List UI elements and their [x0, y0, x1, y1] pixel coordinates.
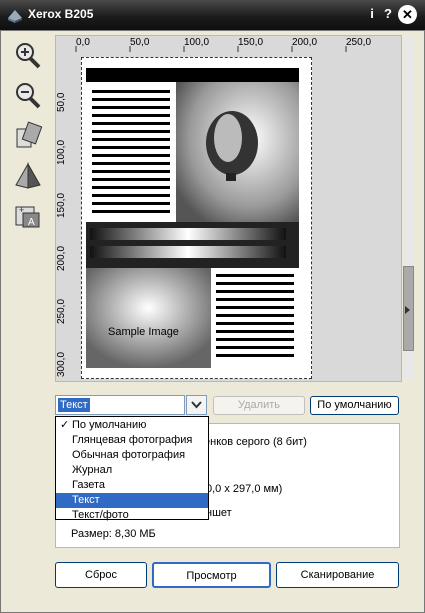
auto-fit-tool[interactable]: A +: [12, 200, 44, 232]
sample-image-label: Sample Image: [108, 326, 179, 338]
svg-text:A: A: [28, 217, 35, 228]
ruler-label: 100,0: [184, 37, 210, 48]
default-button[interactable]: По умолчанию: [310, 396, 399, 415]
vertical-ruler: 50,0 100,0 150,0 200,0 250,0 300,0: [56, 52, 72, 380]
document-type-list[interactable]: ✓ По умолчанию Глянцевая фотография Обыч…: [55, 416, 209, 521]
help-button[interactable]: ?: [378, 4, 398, 24]
mirror-tool[interactable]: [12, 160, 44, 192]
checkmark-icon: ✓: [60, 419, 70, 431]
rotate-tool[interactable]: [12, 120, 44, 152]
ruler-label: 300,0: [56, 351, 67, 377]
document-type-select[interactable]: Текст: [55, 395, 185, 415]
list-item[interactable]: ✓ По умолчанию: [56, 418, 208, 433]
document-type-value: Текст: [58, 398, 90, 412]
reset-button[interactable]: Сброс: [55, 562, 147, 588]
horizontal-ruler: 0,0 50,0 100,0 150,0 200,0 250,0: [72, 36, 400, 52]
side-panel-scroll[interactable]: [403, 36, 414, 380]
zoom-in-tool[interactable]: [12, 40, 44, 72]
ruler-label: 100,0: [56, 139, 67, 165]
svg-text:+: +: [19, 205, 24, 215]
scanner-app-icon: [8, 10, 22, 23]
paper-size-info: 0,0 x 297,0 мм): [206, 483, 283, 495]
ruler-label: 50,0: [130, 37, 150, 48]
file-size-info: Размер: 8,30 МБ: [71, 528, 156, 540]
expand-arrow-icon: [405, 306, 410, 314]
mirror-icon: [15, 162, 41, 189]
delete-button[interactable]: Удалить: [213, 396, 305, 415]
ruler-label: 200,0: [292, 37, 318, 48]
scan-button[interactable]: Сканирование: [276, 562, 399, 588]
ruler-label: 0,0: [76, 37, 90, 48]
list-item[interactable]: Газета: [56, 478, 208, 493]
ruler-label: 250,0: [56, 298, 67, 324]
preview-button[interactable]: Просмотр: [152, 562, 271, 588]
zoom-out-icon: [16, 83, 41, 109]
document-type-dropdown-button[interactable]: [186, 395, 207, 415]
list-item[interactable]: Журнал: [56, 463, 208, 478]
chevron-down-icon: [191, 401, 202, 409]
scan-preview-image[interactable]: Sample Image: [81, 57, 312, 379]
list-item[interactable]: Текст/фото: [56, 508, 208, 521]
color-mode-info: енков серого (8 бит): [204, 436, 307, 448]
scan-source-info: ншет: [206, 507, 232, 519]
list-item[interactable]: Обычная фотография: [56, 448, 208, 463]
list-item[interactable]: Глянцевая фотография: [56, 433, 208, 448]
title-bar: Xerox B205 i ? ✕: [0, 0, 425, 30]
ruler-label: 250,0: [346, 37, 372, 48]
close-button[interactable]: ✕: [398, 5, 417, 24]
list-item-selected[interactable]: Текст: [56, 493, 208, 508]
rotate-icon: [16, 121, 43, 148]
ruler-label: 200,0: [56, 245, 67, 271]
zoom-out-tool[interactable]: [12, 80, 44, 112]
zoom-in-icon: [16, 43, 41, 69]
window-title: Xerox B205: [28, 7, 94, 21]
auto-fit-icon: A +: [15, 205, 40, 228]
ruler-label: 150,0: [56, 192, 67, 218]
ruler-label: 50,0: [56, 92, 67, 112]
ruler-label: 150,0: [238, 37, 264, 48]
